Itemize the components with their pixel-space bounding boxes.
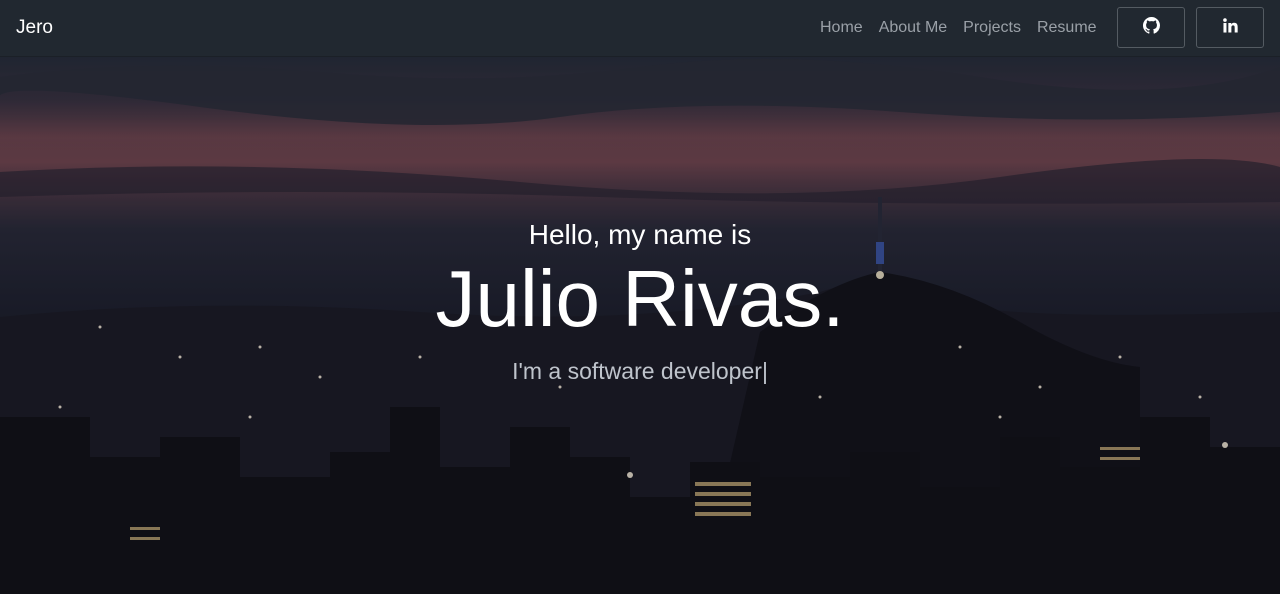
hero-content: Hello, my name is Julio Rivas. I'm a sof… bbox=[0, 57, 1280, 594]
nav-link-projects[interactable]: Projects bbox=[963, 16, 1021, 40]
typing-cursor: | bbox=[761, 358, 768, 384]
navbar: Jero Home About Me Projects Resume bbox=[0, 0, 1280, 57]
nav-link-about-me[interactable]: About Me bbox=[879, 16, 947, 40]
linkedin-button[interactable] bbox=[1196, 7, 1264, 48]
nav-link-home[interactable]: Home bbox=[820, 16, 863, 40]
github-button[interactable] bbox=[1117, 7, 1185, 48]
nav-link-resume[interactable]: Resume bbox=[1037, 16, 1097, 40]
hero-section: Hello, my name is Julio Rivas. I'm a sof… bbox=[0, 57, 1280, 594]
linkedin-icon bbox=[1222, 17, 1238, 38]
brand-link[interactable]: Jero bbox=[16, 16, 53, 40]
github-icon bbox=[1142, 16, 1160, 39]
hero-tagline: I'm a software developer| bbox=[0, 355, 1280, 387]
hero-greeting: Hello, my name is bbox=[528, 219, 752, 250]
hero-name: Julio Rivas. bbox=[435, 254, 845, 343]
hero-tagline-text: I'm a software developer bbox=[512, 358, 762, 384]
nav-links: Home About Me Projects Resume bbox=[820, 16, 1113, 40]
